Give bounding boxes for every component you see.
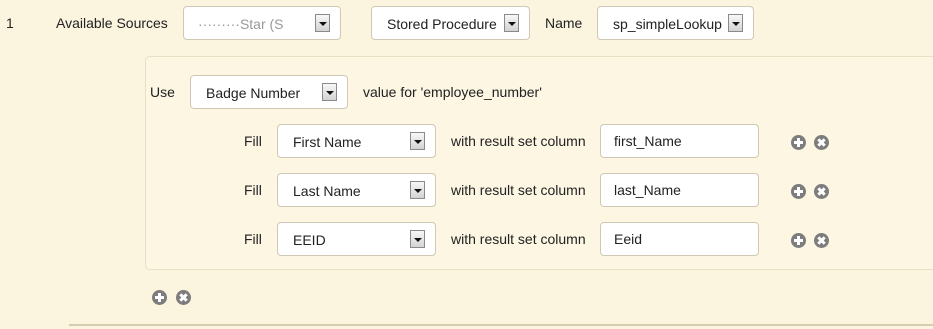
fill-label: Fill — [244, 133, 262, 149]
chevron-down-icon[interactable] — [410, 181, 425, 199]
fill-label: Fill — [244, 182, 262, 198]
fill-field-select[interactable]: Last Name — [277, 173, 436, 207]
available-sources-select[interactable]: ·········Star (S — [183, 6, 341, 40]
fill-field-value: Last Name — [293, 183, 361, 199]
chevron-down-icon[interactable] — [322, 83, 337, 101]
fill-field-select[interactable]: EEID — [277, 222, 436, 256]
with-result-label: with result set column — [451, 133, 586, 149]
result-column-input[interactable] — [600, 173, 759, 207]
remove-use-icon[interactable] — [176, 290, 191, 305]
remove-fill-icon[interactable] — [814, 184, 829, 199]
chevron-down-icon[interactable] — [315, 14, 330, 32]
available-sources-label: Available Sources — [56, 15, 168, 31]
chevron-down-icon[interactable] — [504, 14, 519, 32]
add-fill-icon[interactable] — [791, 135, 806, 150]
use-field-select[interactable]: Badge Number — [190, 75, 348, 109]
chevron-down-icon[interactable] — [410, 230, 425, 248]
source-type-value: Stored Procedure — [387, 16, 497, 32]
chevron-down-icon[interactable] — [410, 132, 425, 150]
available-sources-value: ·········Star (S — [198, 16, 284, 32]
fill-field-value: First Name — [293, 134, 362, 150]
result-column-input[interactable] — [600, 222, 759, 256]
procedure-name-value: sp_simpleLookup — [613, 16, 722, 32]
row-number: 1 — [6, 15, 14, 31]
remove-fill-icon[interactable] — [814, 233, 829, 248]
with-result-label: with result set column — [451, 182, 586, 198]
procedure-name-select[interactable]: sp_simpleLookup — [597, 6, 754, 40]
add-fill-icon[interactable] — [791, 184, 806, 199]
remove-fill-icon[interactable] — [814, 135, 829, 150]
name-label: Name — [545, 15, 583, 31]
result-column-input[interactable] — [600, 124, 759, 158]
use-suffix-text: value for 'employee_number' — [363, 84, 542, 100]
fill-field-value: EEID — [293, 232, 326, 248]
fill-label: Fill — [244, 231, 262, 247]
fill-field-select[interactable]: First Name — [277, 124, 436, 158]
use-field-value: Badge Number — [206, 85, 301, 101]
add-use-icon[interactable] — [152, 290, 167, 305]
add-fill-icon[interactable] — [791, 233, 806, 248]
with-result-label: with result set column — [451, 231, 586, 247]
chevron-down-icon[interactable] — [728, 14, 743, 32]
source-type-select[interactable]: Stored Procedure — [371, 6, 530, 40]
section-divider — [69, 324, 933, 326]
use-label: Use — [150, 84, 175, 100]
